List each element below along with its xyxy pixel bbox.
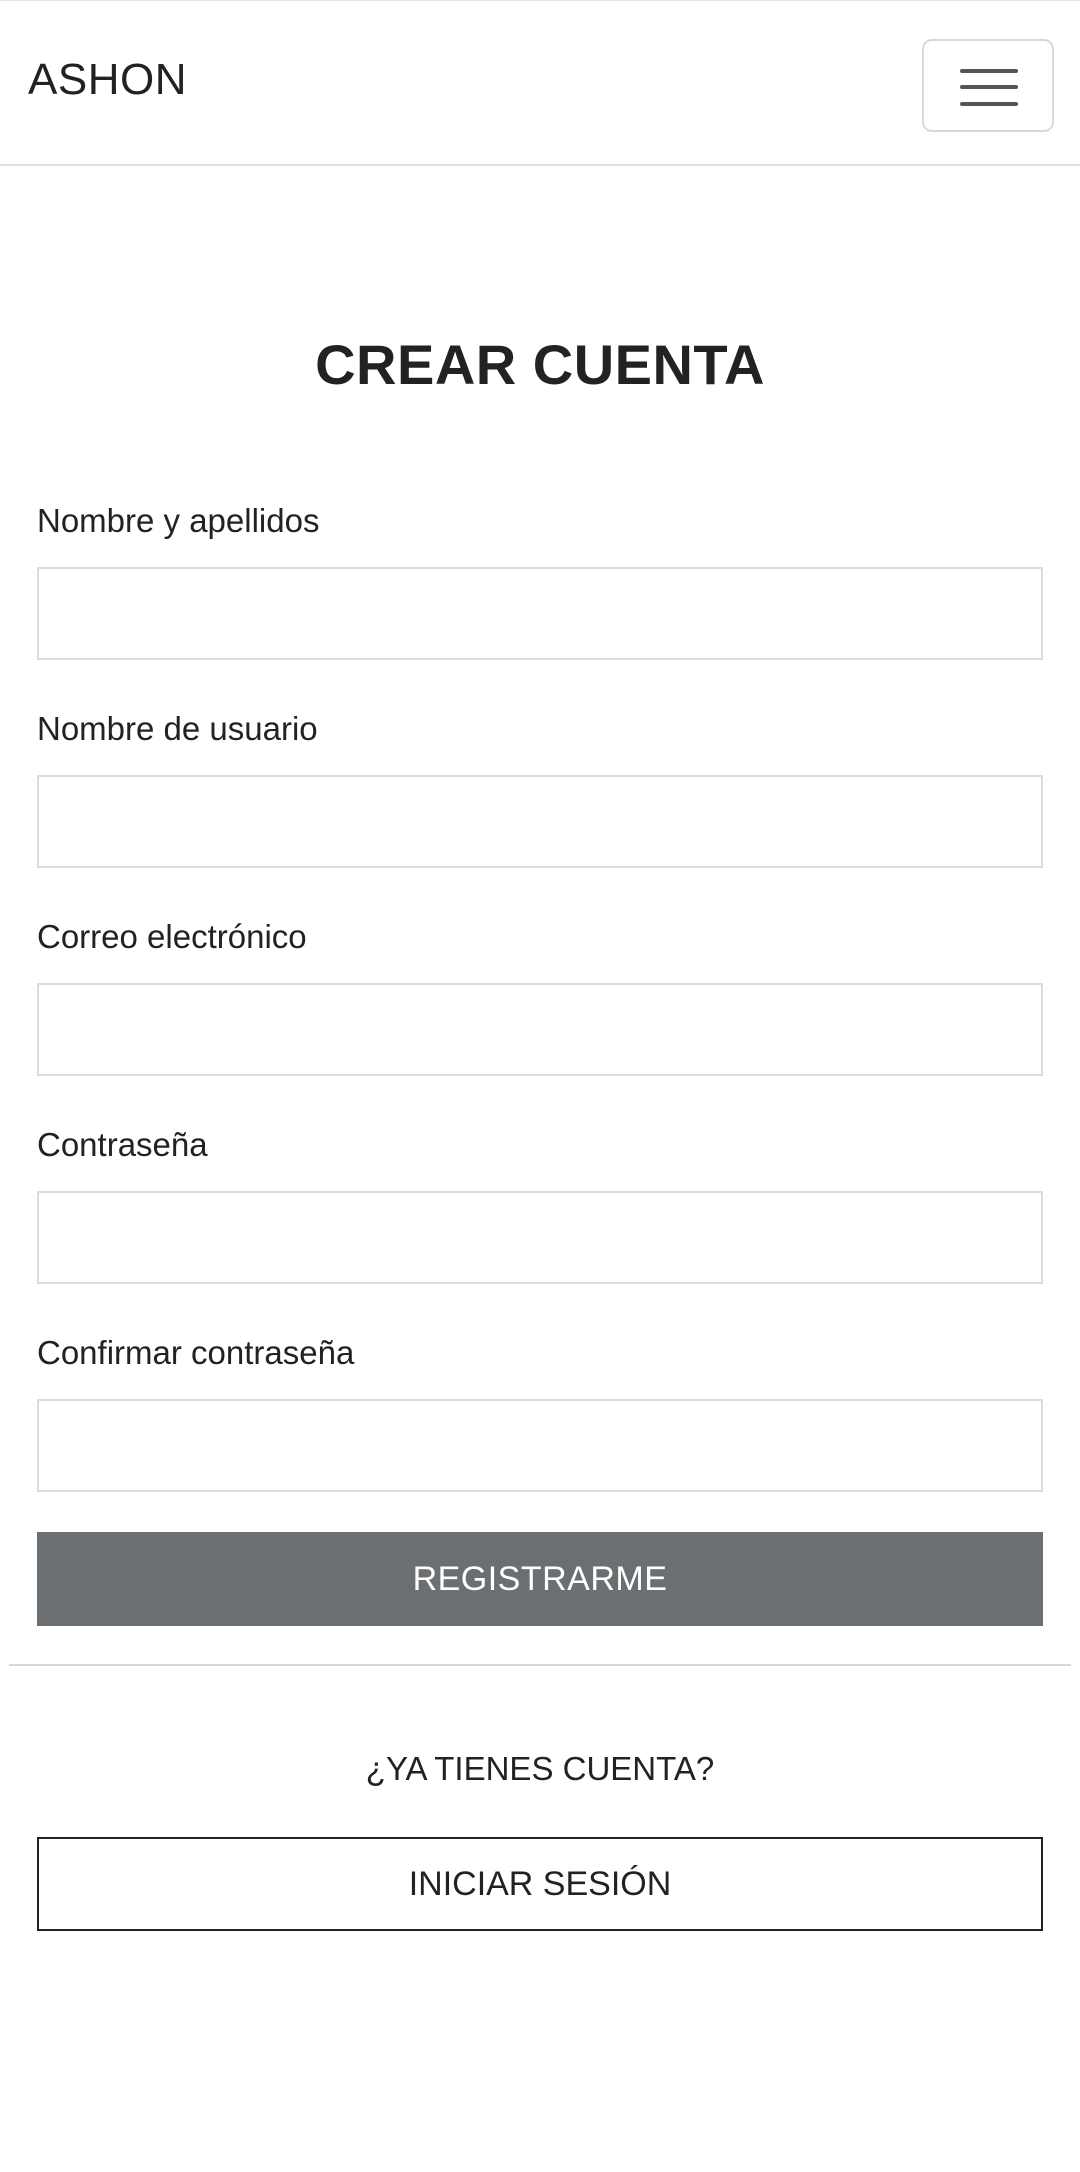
email-label: Correo electrónico <box>37 918 307 955</box>
confirm-password-label: Confirmar contraseña <box>37 1334 355 1371</box>
full-name-label: Nombre y apellidos <box>37 502 320 539</box>
username-input[interactable] <box>37 775 1043 868</box>
full-name-input[interactable] <box>37 567 1043 660</box>
password-label: Contraseña <box>37 1126 208 1163</box>
login-button[interactable]: INICIAR SESIÓN <box>37 1837 1043 1931</box>
confirm-password-input[interactable] <box>37 1399 1043 1492</box>
have-account-question: ¿YA TIENES CUENTA? <box>365 1750 715 1787</box>
email-input[interactable] <box>37 983 1043 1076</box>
menu-toggle-button[interactable] <box>922 39 1054 132</box>
username-label: Nombre de usuario <box>37 710 318 747</box>
register-button[interactable]: REGISTRARME <box>37 1532 1043 1626</box>
section-divider <box>9 1664 1071 1666</box>
navbar: ASHON <box>0 0 1080 166</box>
password-input[interactable] <box>37 1191 1043 1284</box>
page-title: CREAR CUENTA <box>315 333 765 396</box>
brand-logo[interactable]: ASHON <box>28 55 187 105</box>
